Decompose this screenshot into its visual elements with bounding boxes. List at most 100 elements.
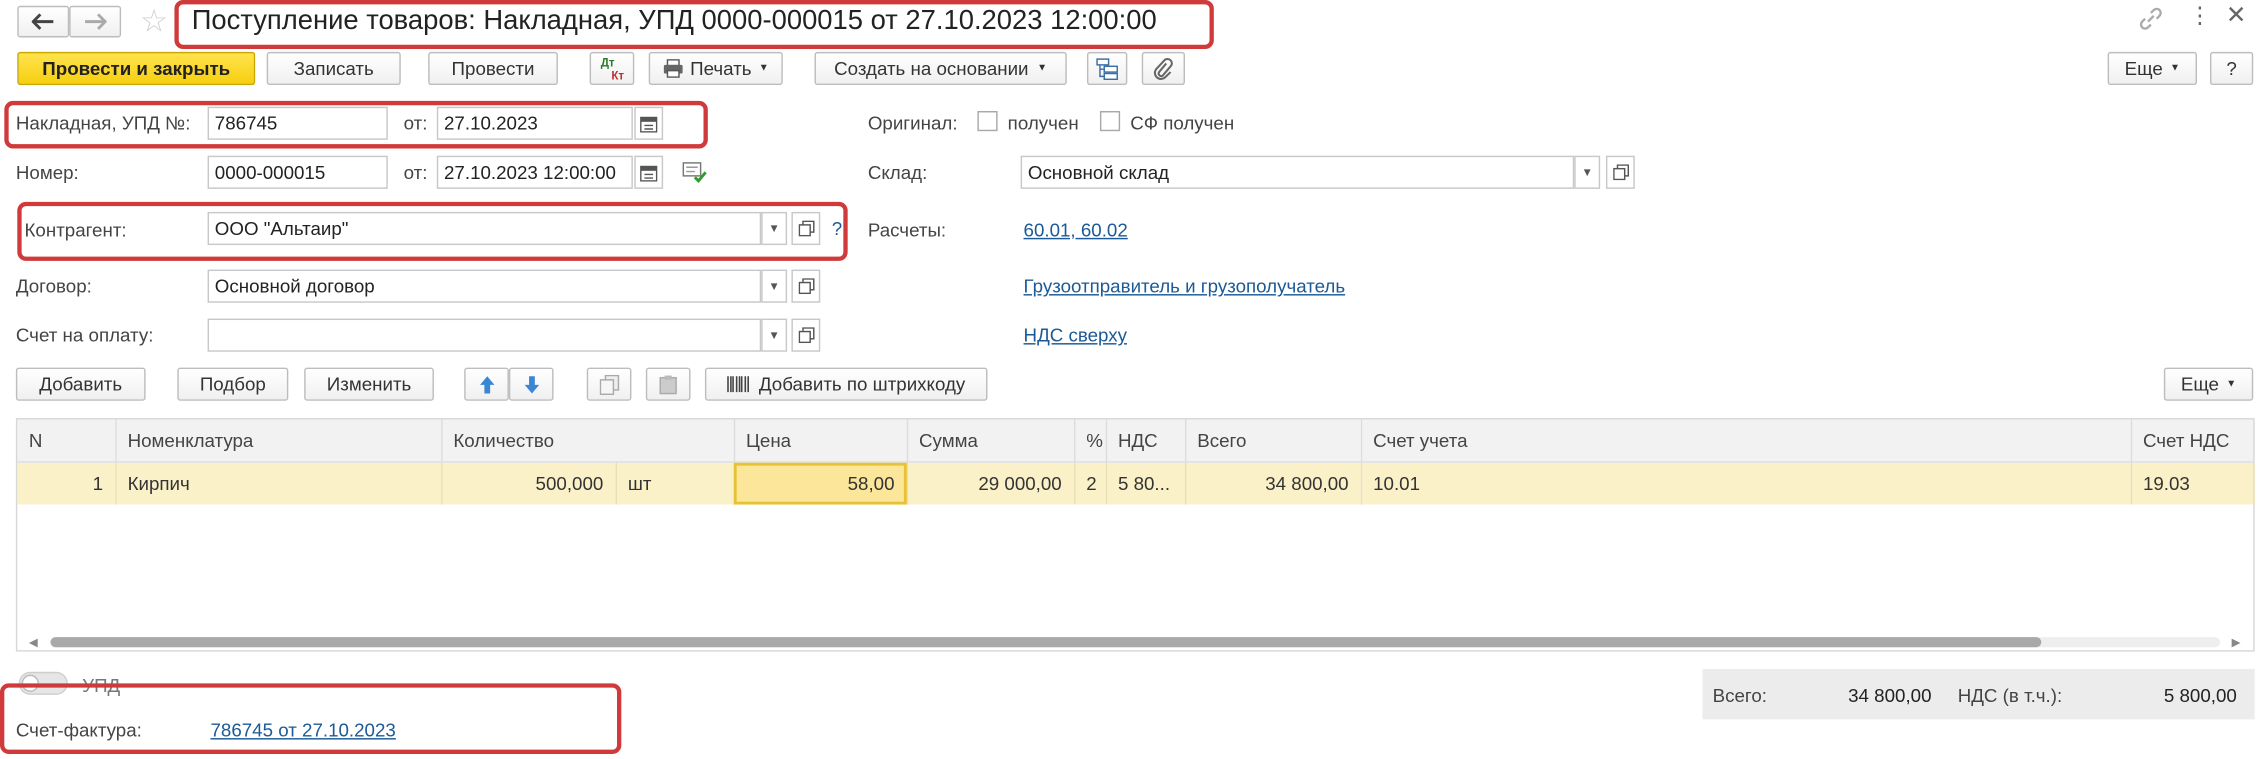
col-header-account[interactable]: Счет учета: [1360, 419, 2132, 463]
window-title: Поступление товаров: Накладная, УПД 0000…: [191, 5, 1157, 37]
change-button[interactable]: Изменить: [304, 367, 434, 401]
counterparty-open-button[interactable]: [791, 211, 821, 246]
col-header-qty[interactable]: Количество: [441, 419, 735, 463]
col-header-sum[interactable]: Сумма: [906, 419, 1075, 463]
favorite-star-icon[interactable]: ☆: [140, 5, 168, 38]
number-field[interactable]: 0000-000015: [207, 155, 388, 189]
goods-table: N Номенклатура Количество Цена Сумма % Н…: [17, 419, 2254, 505]
upd-toggle[interactable]: [18, 671, 68, 695]
vat-on-top-link[interactable]: НДС сверху: [1024, 324, 1127, 346]
warehouse-label: Склад:: [867, 161, 928, 184]
menu-dots-icon[interactable]: ⋮: [2188, 4, 2211, 30]
contract-dropdown-button[interactable]: ▼: [761, 269, 788, 303]
edit-number-icon[interactable]: [682, 160, 708, 187]
upd-toggle-knob: [21, 674, 39, 692]
open-window-icon: [797, 220, 814, 237]
number-date-calendar-button[interactable]: [634, 155, 664, 189]
contract-open-button[interactable]: [791, 269, 821, 303]
total-value: 34 800,00: [1848, 684, 1932, 707]
warehouse-field[interactable]: Основной склад: [1020, 155, 1575, 189]
row-n[interactable]: 1: [17, 462, 117, 505]
col-header-pct[interactable]: %: [1073, 419, 1107, 463]
row-vat[interactable]: 5 80...: [1105, 462, 1186, 505]
row-pct[interactable]: 2: [1073, 462, 1107, 505]
row-unit[interactable]: шт: [615, 462, 735, 505]
col-header-item[interactable]: Номенклатура: [115, 419, 442, 463]
payment-invoice-open-button[interactable]: [791, 318, 821, 352]
row-sum[interactable]: 29 000,00: [906, 462, 1075, 505]
row-vat-account[interactable]: 19.03: [2130, 462, 2254, 505]
row-total[interactable]: 34 800,00: [1184, 462, 1362, 505]
copy-row-button[interactable]: [586, 367, 632, 401]
col-header-vat[interactable]: НДС: [1105, 419, 1186, 463]
structure-button[interactable]: [1086, 51, 1128, 86]
table-more-button[interactable]: Еще ▼: [2163, 367, 2254, 401]
structure-icon: [1096, 57, 1118, 80]
save-button[interactable]: Записать: [266, 51, 401, 86]
back-button[interactable]: [17, 5, 70, 38]
vat-total-value: 5 800,00: [2163, 684, 2237, 707]
copy-icon: [598, 374, 619, 395]
create-based-on-label: Создать на основании: [834, 57, 1029, 80]
chevron-down-icon: ▼: [2169, 63, 2180, 74]
number-date-field[interactable]: 27.10.2023 12:00:00: [436, 155, 633, 189]
invoice-date-calendar-button[interactable]: [634, 106, 664, 140]
invoice-date-field[interactable]: 27.10.2023: [436, 106, 633, 140]
printer-icon: [663, 59, 683, 78]
row-item[interactable]: Кирпич: [115, 462, 442, 505]
counterparty-dropdown-button[interactable]: ▼: [761, 211, 788, 246]
col-header-price[interactable]: Цена: [733, 419, 908, 463]
move-down-button[interactable]: [508, 367, 554, 401]
warehouse-open-button[interactable]: [1605, 155, 1635, 189]
col-header-n[interactable]: N: [17, 419, 117, 463]
warehouse-dropdown-button[interactable]: ▼: [1574, 155, 1601, 189]
row-account[interactable]: 10.01: [1360, 462, 2132, 505]
row-price[interactable]: 58,00: [733, 462, 908, 505]
scroll-right-arrow[interactable]: ▶: [2232, 636, 2241, 649]
sf-link[interactable]: 786745 от 27.10.2023: [210, 719, 395, 741]
chevron-down-icon: ▼: [2226, 379, 2237, 390]
shipper-consignee-link[interactable]: Грузоотправитель и грузополучатель: [1024, 275, 1346, 297]
sf-label: Счет-фактура:: [15, 719, 142, 741]
col-header-total[interactable]: Всего: [1184, 419, 1362, 463]
counterparty-help-link[interactable]: ?: [832, 218, 842, 240]
help-button[interactable]: ?: [2209, 51, 2254, 86]
print-button[interactable]: Печать ▼: [648, 51, 783, 86]
post-button[interactable]: Провести: [428, 51, 558, 86]
dtkt-button[interactable]: Дт Кт: [589, 51, 635, 86]
forward-button[interactable]: [69, 5, 122, 38]
paste-row-button[interactable]: [645, 367, 691, 401]
move-up-button[interactable]: [464, 367, 509, 401]
document-form: ☆ Поступление товаров: Накладная, УПД 00…: [0, 0, 2259, 758]
sf-received-checkbox[interactable]: [1099, 111, 1121, 132]
col-header-vat-account[interactable]: Счет НДС: [2130, 419, 2254, 463]
link-icon[interactable]: [2139, 7, 2162, 34]
more-label: Еще: [2124, 57, 2163, 80]
close-icon[interactable]: ✕: [2226, 1, 2247, 30]
payment-invoice-dropdown-button[interactable]: ▼: [761, 318, 788, 352]
total-label: Всего:: [1712, 684, 1767, 707]
counterparty-label: Контрагент:: [24, 219, 127, 241]
post-and-close-button[interactable]: Провести и закрыть: [17, 51, 256, 86]
payment-invoice-field[interactable]: [207, 318, 762, 352]
original-received-label: получен: [1007, 112, 1079, 135]
add-by-barcode-button[interactable]: Добавить по штрихкоду: [704, 367, 988, 401]
add-row-button[interactable]: Добавить: [15, 367, 146, 401]
attach-button[interactable]: [1141, 51, 1185, 86]
counterparty-field[interactable]: ООО "Альтаир": [207, 211, 762, 246]
open-window-icon: [797, 327, 814, 344]
create-based-on-button[interactable]: Создать на основании ▼: [814, 51, 1067, 86]
pick-button[interactable]: Подбор: [177, 367, 289, 401]
more-button[interactable]: Еще ▼: [2107, 51, 2197, 86]
horizontal-scrollbar-thumb[interactable]: [50, 637, 2042, 648]
back-arrow-icon: [31, 13, 54, 30]
invoice-number-field[interactable]: 786745: [207, 106, 388, 140]
table-more-label: Еще: [2180, 373, 2219, 395]
row-qty[interactable]: 500,000: [441, 462, 617, 505]
vat-total-label: НДС (в т.ч.):: [1957, 684, 2063, 707]
scroll-left-arrow[interactable]: ◀: [29, 636, 38, 649]
settlements-link[interactable]: 60.01, 60.02: [1024, 219, 1128, 241]
original-received-checkbox[interactable]: [977, 111, 998, 132]
contract-field[interactable]: Основной договор: [207, 269, 762, 303]
table-row[interactable]: 1 Кирпич 500,000 шт 58,00 29 000,00 2 5 …: [17, 462, 2254, 505]
